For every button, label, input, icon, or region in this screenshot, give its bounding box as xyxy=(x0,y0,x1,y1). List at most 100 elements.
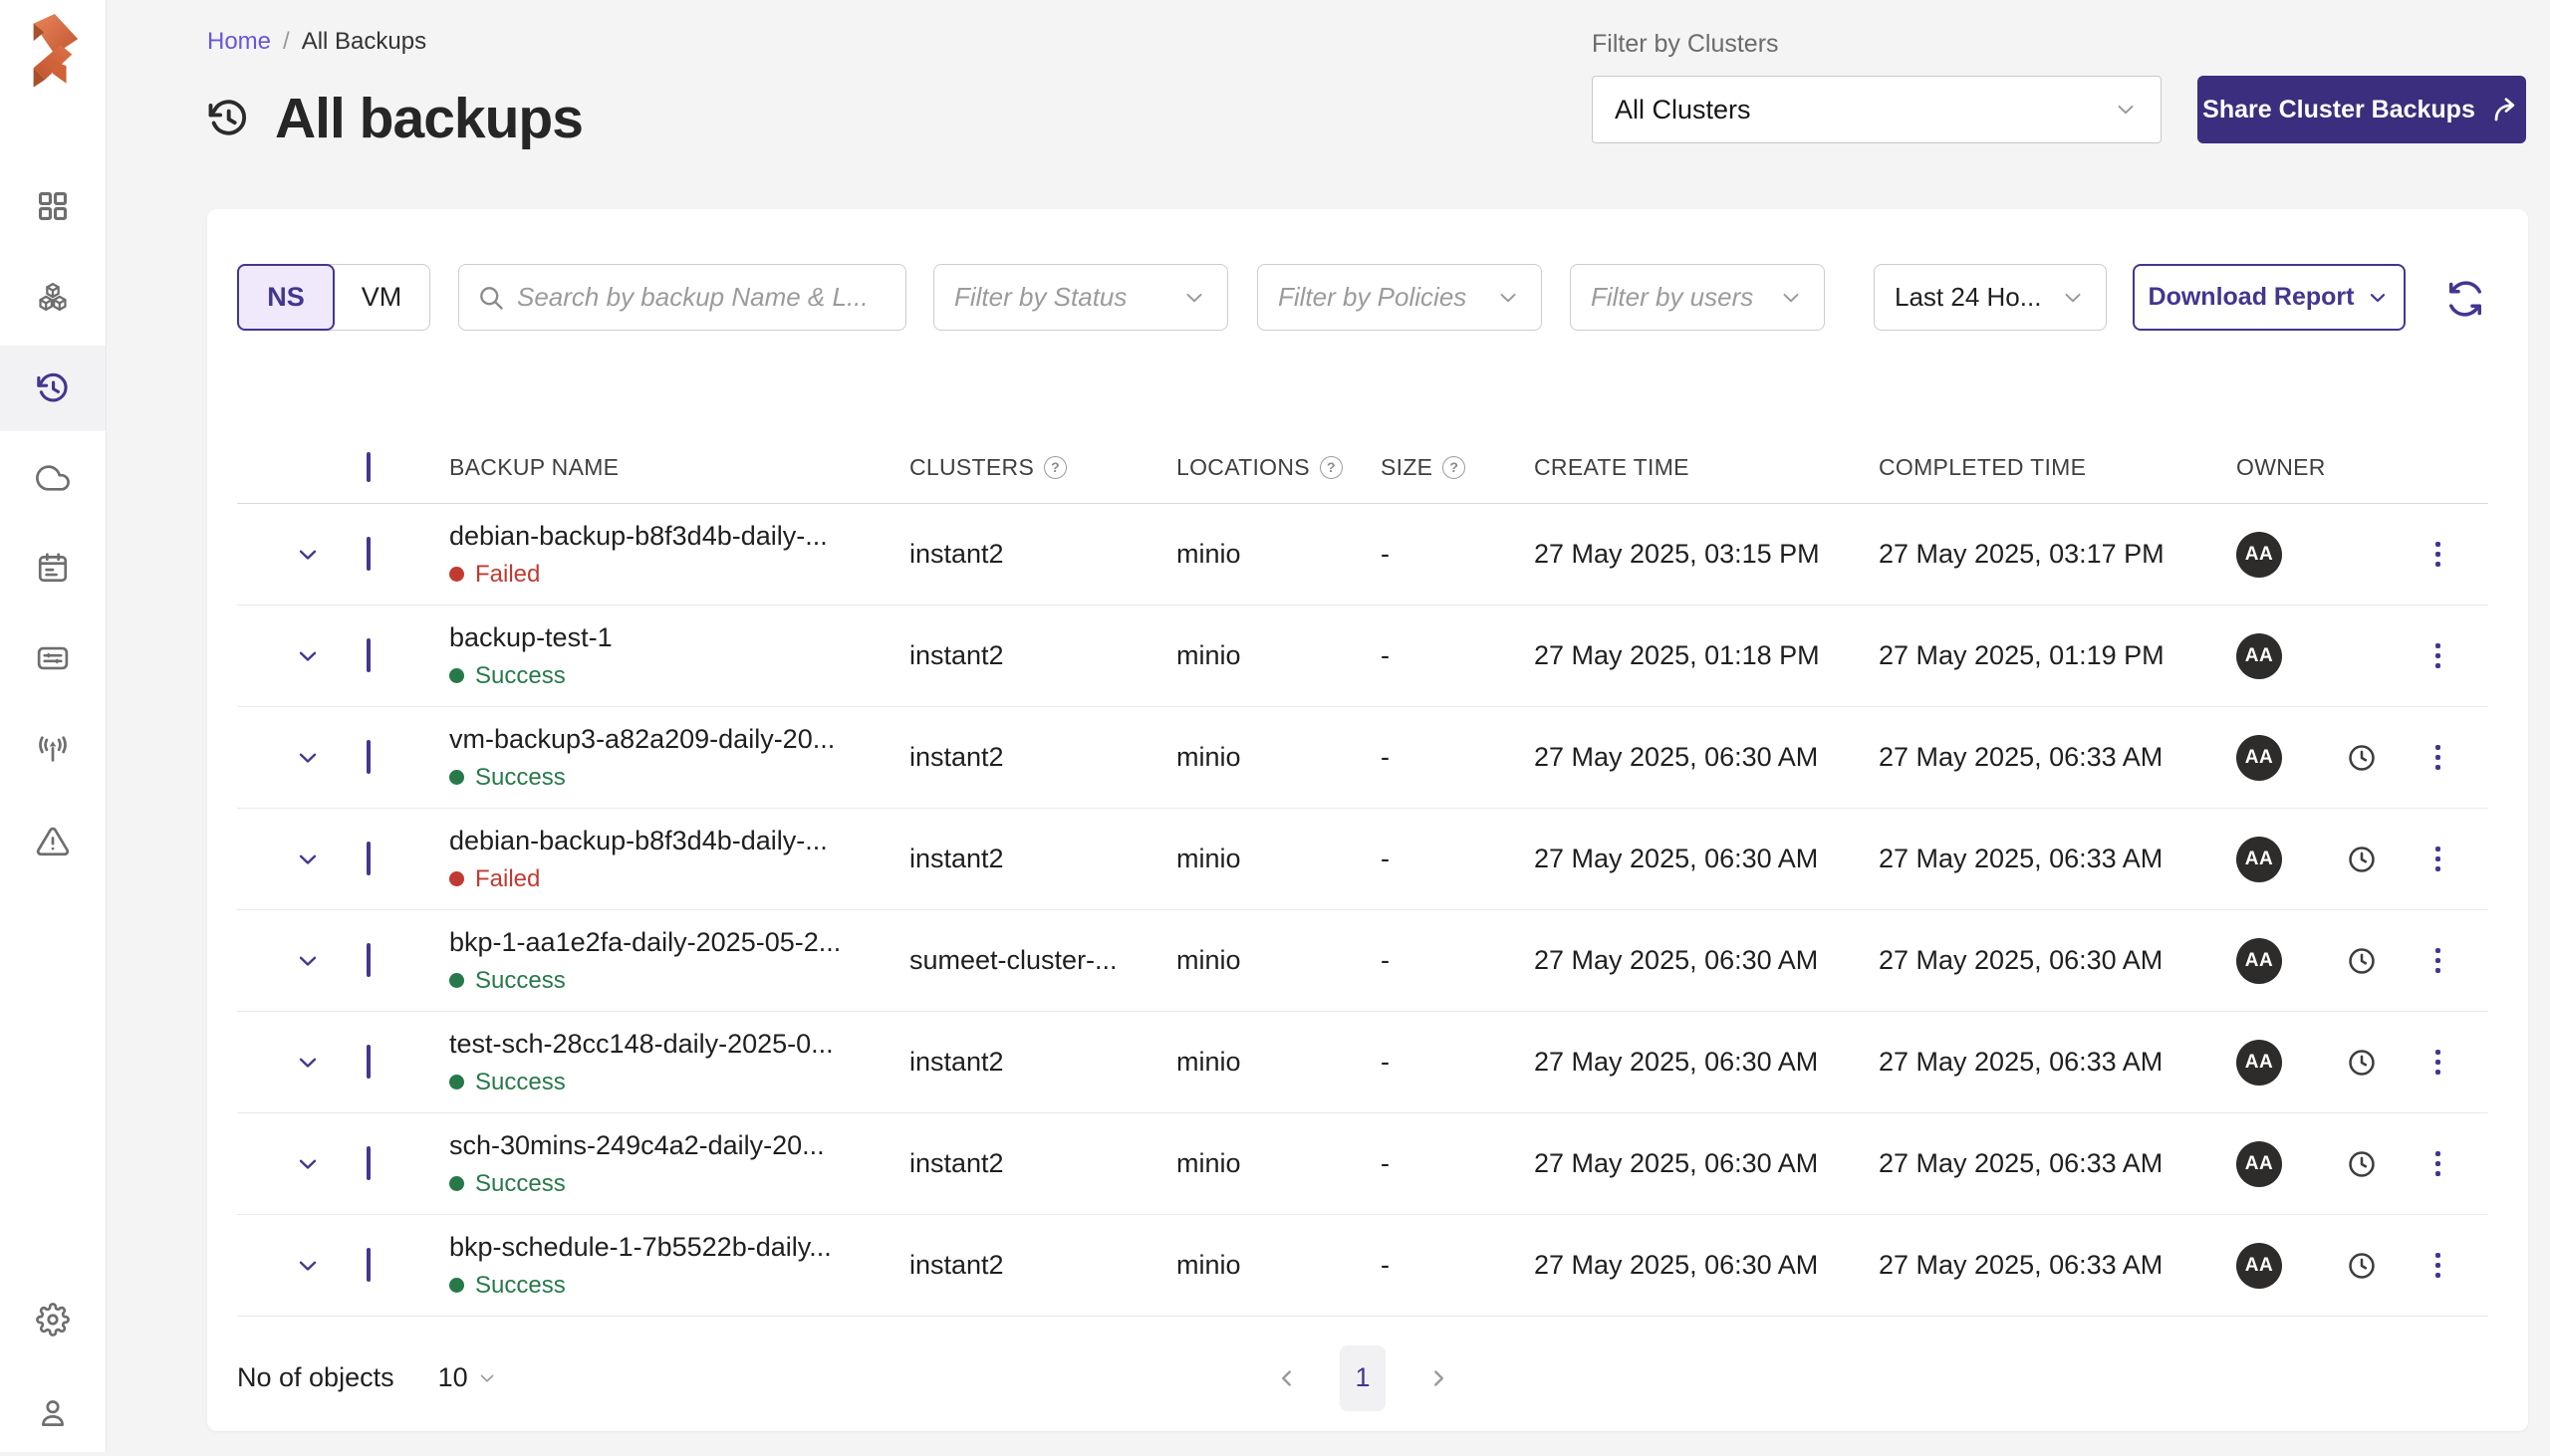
backup-name: backup-test-1 xyxy=(449,622,909,653)
gear-icon xyxy=(36,1303,70,1336)
row-checkbox[interactable] xyxy=(367,842,371,875)
help-question-icon[interactable]: ? xyxy=(1320,456,1343,479)
row-checkbox[interactable] xyxy=(367,537,371,571)
search-input[interactable] xyxy=(517,282,888,313)
sidebar-item-antenna[interactable] xyxy=(0,706,106,792)
completed-time-cell: 27 May 2025, 06:30 AM xyxy=(1879,945,2236,976)
select-all-checkbox[interactable] xyxy=(367,452,371,482)
completed-time-cell: 27 May 2025, 03:17 PM xyxy=(1879,539,2236,570)
page-size-dropdown[interactable]: 10 xyxy=(438,1362,498,1393)
retention-clock-icon[interactable] xyxy=(2346,1148,2378,1180)
expand-row-chevron-icon[interactable] xyxy=(294,1049,322,1077)
sidebar-item-flow[interactable] xyxy=(0,615,106,701)
filter-by-policies-placeholder: Filter by Policies xyxy=(1278,282,1466,313)
backup-name: bkp-1-aa1e2fa-daily-2025-05-2... xyxy=(449,927,909,958)
expand-row-chevron-icon[interactable] xyxy=(294,1252,322,1280)
help-question-icon[interactable]: ? xyxy=(1442,456,1465,479)
share-cluster-backups-button[interactable]: Share Cluster Backups xyxy=(2197,76,2526,143)
sidebar-item-history[interactable] xyxy=(0,346,106,431)
row-checkbox[interactable] xyxy=(367,1045,371,1079)
column-header: COMPLETED TIME xyxy=(1879,454,2236,481)
retention-clock-icon[interactable] xyxy=(2346,1047,2378,1079)
size-cell: - xyxy=(1381,844,1534,874)
status-badge: Success xyxy=(449,967,909,995)
row-checkbox[interactable] xyxy=(367,638,371,672)
create-time-cell: 27 May 2025, 06:30 AM xyxy=(1534,742,1879,773)
table-row: test-sch-28cc148-daily-2025-0... Success… xyxy=(237,1012,2488,1113)
status-label: Failed xyxy=(475,561,540,589)
calendar-icon xyxy=(36,551,70,585)
backups-card: NS VM Filter by Status Filter by Policie… xyxy=(207,209,2528,1431)
sidebar-item-cubes[interactable] xyxy=(0,255,106,341)
backup-name: bkp-schedule-1-7b5522b-daily... xyxy=(449,1232,909,1263)
sidebar-item-gear[interactable] xyxy=(0,1277,106,1362)
filter-by-users-dropdown[interactable]: Filter by users xyxy=(1570,264,1825,331)
row-actions-kebab-menu[interactable] xyxy=(2429,1247,2446,1284)
column-header: LOCATIONS? xyxy=(1176,454,1381,481)
cluster-cell: instant2 xyxy=(909,1148,1176,1179)
column-header: BACKUP NAME xyxy=(449,454,909,481)
filter-by-policies-dropdown[interactable]: Filter by Policies xyxy=(1257,264,1542,331)
size-cell: - xyxy=(1381,539,1534,570)
share-cluster-backups-label: Share Cluster Backups xyxy=(2202,96,2475,124)
row-actions-kebab-menu[interactable] xyxy=(2429,1044,2446,1081)
retention-clock-icon[interactable] xyxy=(2346,742,2378,774)
sidebar-item-grid[interactable] xyxy=(0,163,106,249)
expand-row-chevron-icon[interactable] xyxy=(294,947,322,975)
row-actions-kebab-menu[interactable] xyxy=(2429,536,2446,573)
expand-row-chevron-icon[interactable] xyxy=(294,846,322,873)
row-actions-kebab-menu[interactable] xyxy=(2429,1145,2446,1182)
time-range-dropdown[interactable]: Last 24 Ho... xyxy=(1874,264,2107,331)
column-header-label: BACKUP NAME xyxy=(449,454,619,481)
retention-clock-icon[interactable] xyxy=(2346,844,2378,875)
retention-clock-icon[interactable] xyxy=(2346,1250,2378,1282)
sidebar-item-calendar[interactable] xyxy=(0,525,106,610)
row-actions-kebab-menu[interactable] xyxy=(2429,942,2446,979)
expand-row-chevron-icon[interactable] xyxy=(294,541,322,569)
row-checkbox[interactable] xyxy=(367,943,371,977)
location-cell: minio xyxy=(1176,1047,1381,1078)
column-header: CREATE TIME xyxy=(1534,454,1879,481)
expand-row-chevron-icon[interactable] xyxy=(294,642,322,670)
size-cell: - xyxy=(1381,1250,1534,1281)
row-checkbox[interactable] xyxy=(367,1146,371,1180)
previous-page-button[interactable] xyxy=(1274,1365,1300,1391)
row-actions-kebab-menu[interactable] xyxy=(2429,637,2446,674)
vm-tab[interactable]: VM xyxy=(334,265,429,330)
breadcrumb-home-link[interactable]: Home xyxy=(207,28,271,56)
row-checkbox[interactable] xyxy=(367,1248,371,1282)
filter-by-users-placeholder: Filter by users xyxy=(1591,282,1753,313)
antenna-icon xyxy=(36,732,70,766)
sidebar-item-cloud[interactable] xyxy=(0,435,106,521)
status-badge: Success xyxy=(449,1170,909,1198)
column-header-label: CLUSTERS xyxy=(909,454,1034,481)
cluster-cell: instant2 xyxy=(909,742,1176,773)
column-header: OWNER xyxy=(2236,454,2488,481)
row-actions-kebab-menu[interactable] xyxy=(2429,739,2446,776)
row-actions-kebab-menu[interactable] xyxy=(2429,841,2446,877)
owner-avatar: AA xyxy=(2236,837,2282,882)
filter-by-status-dropdown[interactable]: Filter by Status xyxy=(933,264,1228,331)
table-header: BACKUP NAMECLUSTERS?LOCATIONS?SIZE?CREAT… xyxy=(237,431,2488,504)
retention-clock-icon[interactable] xyxy=(2346,945,2378,977)
sidebar-item-user[interactable] xyxy=(0,1370,106,1456)
expand-row-chevron-icon[interactable] xyxy=(294,1150,322,1178)
table-row: bkp-schedule-1-7b5522b-daily... Success … xyxy=(237,1215,2488,1317)
next-page-button[interactable] xyxy=(1425,1365,1451,1391)
size-cell: - xyxy=(1381,1047,1534,1078)
ns-tab[interactable]: NS xyxy=(237,264,335,331)
expand-row-chevron-icon[interactable] xyxy=(294,744,322,772)
row-checkbox[interactable] xyxy=(367,740,371,774)
status-label: Success xyxy=(475,967,566,995)
chevron-down-icon xyxy=(2060,285,2086,311)
page-number-button[interactable]: 1 xyxy=(1340,1345,1386,1411)
sidebar-item-warning[interactable] xyxy=(0,799,106,884)
cloud-icon xyxy=(36,461,70,495)
refresh-button[interactable] xyxy=(2446,279,2486,319)
help-question-icon[interactable]: ? xyxy=(1044,456,1067,479)
download-report-button[interactable]: Download Report xyxy=(2133,264,2406,331)
cluster-filter-select[interactable]: All Clusters xyxy=(1592,76,2162,143)
page-size-value: 10 xyxy=(438,1362,468,1393)
location-cell: minio xyxy=(1176,1250,1381,1281)
size-cell: - xyxy=(1381,945,1534,976)
